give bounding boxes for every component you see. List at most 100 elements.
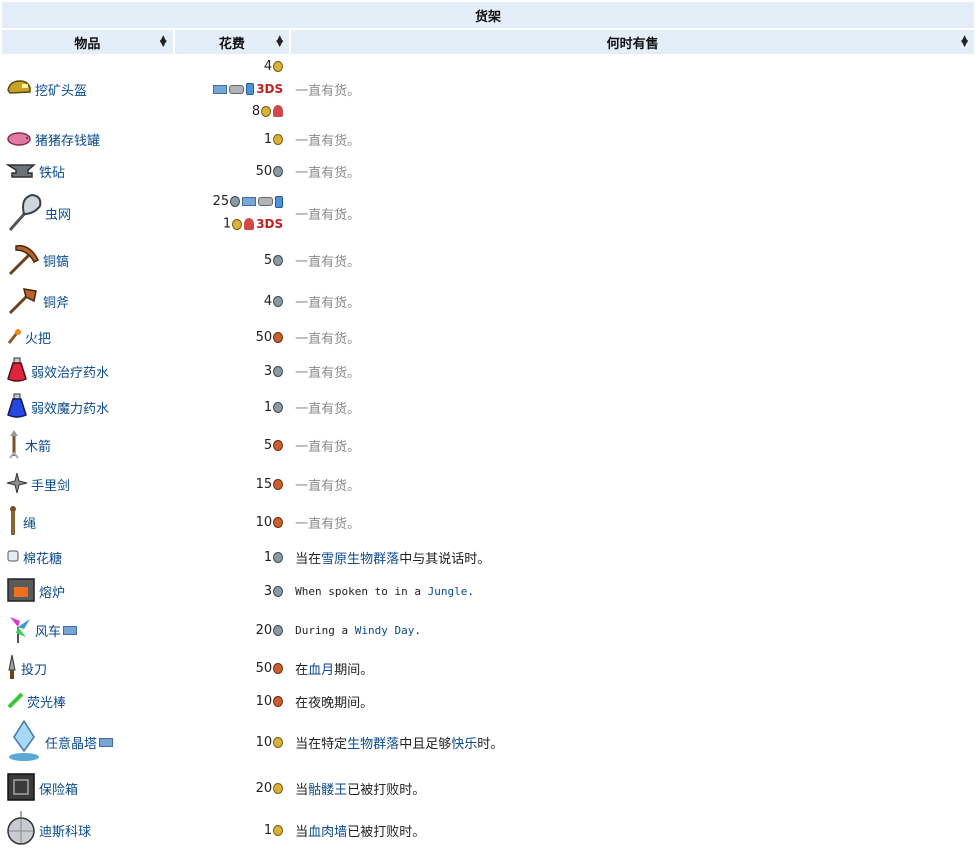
- availability-fragment: .: [467, 585, 474, 598]
- item-cell: 弱效魔力药水: [2, 390, 173, 425]
- cost-cell: 3: [174, 574, 290, 609]
- availability-link[interactable]: 快乐: [451, 737, 477, 752]
- gold-coin-icon: [232, 218, 243, 230]
- cost-amount: 25: [212, 194, 230, 210]
- availability-link[interactable]: 骷髅王: [308, 783, 347, 798]
- item-link[interactable]: 猪猪存钱罐: [35, 130, 100, 149]
- throwing-knife-icon[interactable]: [6, 654, 18, 684]
- availability-link[interactable]: 雪原生物群落: [321, 552, 399, 567]
- availability-link[interactable]: 血肉墙: [308, 825, 347, 840]
- silver-coin-icon: [273, 585, 284, 597]
- availability-link[interactable]: Jungle: [428, 585, 468, 598]
- copper-coin-icon: [273, 478, 284, 490]
- cost-amount: 20: [255, 780, 273, 796]
- mobile-platform-icon: [246, 83, 255, 95]
- availability-link[interactable]: 血月: [308, 663, 334, 678]
- availability-fragment: 中且足够: [399, 737, 452, 752]
- table-row: 风车 20 During a Windy Day.: [2, 610, 974, 651]
- cost-amount: 20: [255, 622, 273, 638]
- column-header-cost[interactable]: 花费 ▲ ▼: [174, 30, 290, 54]
- disco-ball-icon[interactable]: [6, 810, 36, 851]
- item-cell: 风车: [2, 610, 173, 651]
- pinwheel-icon[interactable]: [6, 613, 32, 649]
- item-link[interactable]: 铜斧: [43, 292, 69, 311]
- mobile-platform-icon: [275, 195, 284, 208]
- gold-coin-icon: [273, 61, 284, 72]
- item-link[interactable]: 火把: [25, 328, 51, 347]
- mining-helmet-icon[interactable]: [6, 78, 32, 100]
- cost-amount: 10: [255, 734, 273, 750]
- sort-icon[interactable]: ▲ ▼: [961, 35, 968, 49]
- cost-cell: 20: [174, 610, 290, 651]
- availability-cell: 一直有货。: [291, 426, 974, 465]
- table-row: 保险箱 20 当骷髅王已被打败时。: [2, 768, 974, 809]
- item-link[interactable]: 保险箱: [39, 779, 78, 798]
- copper-pickaxe-icon[interactable]: [6, 242, 40, 280]
- availability-cell: 在血月期间。: [291, 652, 974, 685]
- safe-icon[interactable]: [6, 772, 36, 806]
- iron-anvil-icon[interactable]: [5, 161, 37, 183]
- lesser-healing-potion-icon[interactable]: [6, 357, 28, 387]
- availability-link[interactable]: Windy Day: [355, 624, 415, 637]
- item-link[interactable]: 铜镐: [43, 251, 69, 270]
- availability-text: 一直有货。: [295, 166, 361, 181]
- item-link[interactable]: 棉花糖: [23, 548, 62, 567]
- column-header-when[interactable]: 何时有售 ▲ ▼: [291, 30, 974, 54]
- item-link[interactable]: 投刀: [21, 659, 47, 678]
- wooden-arrow-icon[interactable]: [6, 428, 22, 464]
- item-link[interactable]: 木箭: [25, 436, 51, 455]
- copper-axe-icon[interactable]: [6, 285, 40, 319]
- item-link[interactable]: 手里剑: [31, 475, 70, 494]
- availability-cell: 一直有货。: [291, 390, 974, 425]
- bug-net-icon[interactable]: [6, 192, 42, 236]
- item-cell: 木箭: [2, 426, 173, 465]
- rope-icon[interactable]: [6, 505, 20, 541]
- availability-text: 一直有货。: [295, 134, 361, 149]
- copper-coin-icon: [273, 439, 284, 451]
- lesser-mana-potion-icon[interactable]: [6, 393, 28, 423]
- item-cell: 猪猪存钱罐: [2, 124, 173, 155]
- item-link[interactable]: 荧光棒: [27, 692, 66, 711]
- old-gen-platform-icon: [273, 105, 284, 117]
- torch-icon[interactable]: [6, 327, 22, 349]
- console-platform-icon: [229, 84, 245, 94]
- copper-coin-icon: [273, 695, 284, 707]
- cost-cell: 5: [174, 426, 290, 465]
- item-link[interactable]: 任意晶塔: [45, 733, 97, 752]
- item-link[interactable]: 迪斯科球: [39, 821, 91, 840]
- universal-pylon-icon[interactable]: [6, 719, 42, 767]
- table-row: 挖矿头盔 4 3DS 8 一直有货。: [2, 56, 974, 123]
- availability-text: 在血月期间。: [295, 663, 373, 678]
- silver-coin-icon: [273, 165, 284, 177]
- item-link[interactable]: 绳: [23, 513, 36, 532]
- item-link[interactable]: 挖矿头盔: [35, 80, 87, 99]
- cost-cell: 15: [174, 466, 290, 503]
- availability-text: During a Windy Day.: [295, 624, 421, 637]
- sort-icon[interactable]: ▲ ▼: [276, 35, 283, 49]
- item-cell: 迪斯科球: [2, 810, 173, 851]
- availability-link[interactable]: 生物群落: [347, 737, 399, 752]
- item-link[interactable]: 弱效魔力药水: [31, 398, 109, 417]
- item-link[interactable]: 虫网: [45, 204, 71, 223]
- item-link[interactable]: 铁砧: [39, 162, 65, 181]
- cost-cell: 10: [174, 504, 290, 541]
- availability-fragment: 已被打败时。: [347, 825, 426, 840]
- silver-coin-icon: [273, 401, 284, 413]
- furnace-icon[interactable]: [6, 577, 36, 607]
- shuriken-icon[interactable]: [6, 472, 28, 498]
- availability-cell: When spoken to in a Jungle.: [291, 574, 974, 609]
- sort-icon[interactable]: ▲ ▼: [160, 35, 167, 49]
- column-header-item[interactable]: 物品 ▲ ▼: [2, 30, 173, 54]
- pc-platform-icon: [99, 738, 114, 747]
- availability-fragment: 当在特定: [295, 737, 348, 752]
- cost-amount: 1: [222, 216, 232, 232]
- item-link[interactable]: 风车: [35, 621, 61, 640]
- availability-cell: 一直有货。: [291, 282, 974, 321]
- item-link[interactable]: 弱效治疗药水: [31, 362, 109, 381]
- item-cell: 铜斧: [2, 282, 173, 321]
- piggy-bank-icon[interactable]: [6, 129, 32, 151]
- item-link[interactable]: 熔炉: [39, 582, 65, 601]
- glowstick-icon[interactable]: [6, 691, 24, 713]
- marshmallow-icon[interactable]: [6, 549, 20, 567]
- pc-platform-icon: [213, 84, 228, 94]
